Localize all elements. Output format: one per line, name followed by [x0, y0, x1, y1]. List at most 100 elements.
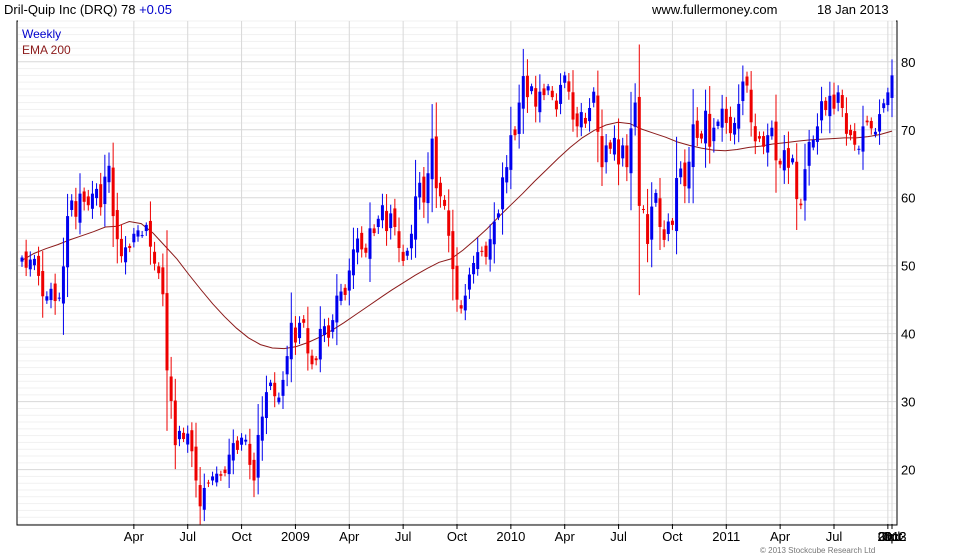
candle [650, 182, 654, 268]
candle-body [368, 228, 372, 259]
candle-body [182, 432, 186, 440]
candle-body [762, 136, 766, 147]
candle-body [364, 247, 368, 253]
candle [124, 236, 128, 275]
candle [662, 220, 666, 248]
candle-body [310, 355, 314, 365]
candle-body [882, 103, 886, 109]
candle [476, 237, 480, 276]
candle-body [165, 293, 169, 371]
candle-body [637, 96, 641, 206]
candle-body [596, 95, 600, 132]
candle-body [571, 92, 575, 120]
candle [741, 65, 745, 116]
candle-body [86, 196, 90, 206]
candle [227, 438, 231, 488]
x-tick-label: 2013 [878, 529, 907, 544]
candle-body [662, 229, 666, 240]
candle [20, 255, 24, 267]
candle-body [447, 210, 451, 236]
candle-body [530, 86, 534, 92]
candle-body [861, 126, 865, 152]
candle [360, 226, 364, 258]
candle-body [749, 89, 753, 123]
candle-body [675, 178, 679, 232]
candle-body [488, 239, 492, 260]
candle [882, 98, 886, 113]
candle [778, 158, 782, 169]
candle-body [45, 296, 49, 301]
candle [596, 70, 600, 163]
candle-body [277, 397, 281, 403]
candle-body [778, 160, 782, 165]
candle [235, 436, 239, 454]
candle-body [583, 117, 587, 124]
candle [695, 107, 699, 147]
candle [389, 204, 393, 240]
candle [716, 119, 720, 130]
candle-body [629, 128, 633, 174]
candle-body [372, 228, 376, 234]
y-tick-label: 50 [901, 259, 915, 274]
candle [791, 154, 795, 165]
candle-body [521, 76, 525, 109]
candle [530, 83, 534, 95]
candle [658, 177, 662, 251]
candle-body [670, 220, 674, 225]
candle [687, 147, 691, 204]
candle [302, 315, 306, 328]
candle [604, 133, 608, 174]
candle [592, 87, 596, 108]
candle-body [426, 173, 430, 204]
candle-body [57, 297, 61, 299]
candle-body [695, 120, 699, 138]
candle [501, 162, 505, 235]
candle [132, 227, 136, 248]
candle-body [650, 206, 654, 240]
candle [157, 262, 161, 279]
candle-body [140, 235, 144, 237]
candle-body [666, 221, 670, 234]
candle-body [206, 482, 210, 484]
candle [720, 94, 724, 142]
candle [41, 251, 45, 318]
x-tick-label: Jul [395, 529, 412, 544]
candle-body [757, 136, 761, 139]
candle-body [248, 443, 252, 465]
candle-body [716, 121, 720, 126]
candle [505, 155, 509, 194]
candle-body [554, 100, 558, 110]
candle [559, 73, 563, 115]
candle-body [840, 95, 844, 109]
candle [666, 213, 670, 242]
candle-body [215, 473, 219, 483]
candle-body [865, 120, 869, 123]
candle [285, 345, 289, 387]
candle-body [28, 259, 32, 270]
candle-body [414, 196, 418, 240]
x-tick-label: Apr [770, 529, 791, 544]
candle [617, 118, 621, 186]
candle-body [463, 295, 467, 311]
candle [194, 422, 198, 498]
candle-body [795, 161, 799, 200]
candle-body [393, 208, 397, 227]
candle-body [264, 392, 268, 419]
candle-body [828, 95, 832, 117]
candle-body [646, 214, 650, 244]
candle-body [177, 430, 181, 440]
candle-body [513, 129, 517, 136]
candle-body [430, 138, 434, 180]
candle-body [74, 201, 78, 217]
candle-body [41, 271, 45, 297]
candle [206, 479, 210, 488]
candle [890, 59, 894, 118]
candle [575, 106, 579, 138]
candle [513, 126, 517, 141]
candle [219, 470, 223, 481]
candle-body [252, 459, 256, 481]
candle-body [770, 127, 774, 137]
candle-body [157, 266, 161, 274]
candle [161, 253, 165, 307]
candle-body [745, 76, 749, 86]
